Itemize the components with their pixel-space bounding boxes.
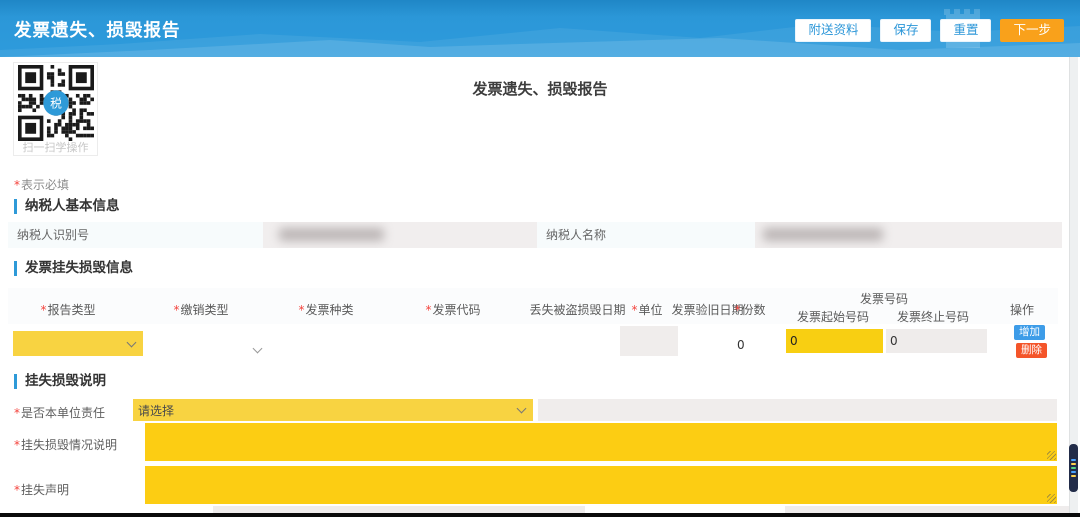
report-type-select[interactable] (13, 331, 143, 356)
end-number-input[interactable]: 0 (886, 329, 987, 353)
save-button[interactable]: 保存 (880, 19, 931, 42)
unit-input-disabled (620, 326, 678, 356)
invoice-loss-report-page: 发票遗失、损毁报告 附送资料 保存 重置 下一步 税 扫一扫学操作 发票遗失、损… (0, 0, 1080, 521)
redacted-value (763, 228, 883, 241)
required-asterisk: * (14, 178, 20, 192)
column-header-invoice-code: *发票代码 (425, 301, 480, 318)
partial-row-field (785, 506, 1074, 513)
qr-caption: 扫一扫学操作 (14, 139, 97, 155)
cancellation-type-select[interactable] (254, 337, 270, 351)
column-header-unit: *单位 (631, 301, 662, 318)
redacted-value (279, 228, 384, 241)
unit-responsibility-select[interactable]: 请选择 (133, 399, 533, 421)
section-title-taxpayer-info: 纳税人基本信息 (14, 199, 120, 214)
attach-materials-button[interactable]: 附送资料 (795, 19, 871, 42)
partial-row-field (213, 506, 585, 513)
taxpayer-name-label: 纳税人名称 (537, 222, 755, 248)
next-step-button[interactable]: 下一步 (1000, 19, 1064, 42)
taxpayer-name-value (755, 222, 1062, 248)
qr-code-panel: 税 扫一扫学操作 (13, 62, 98, 156)
page-title: 发票遗失、损毁报告 (0, 78, 1080, 99)
column-header-loss-date: 丢失被盗损毁日期 (528, 301, 625, 318)
section-title-loss-statement: 挂失损毁说明 (14, 374, 106, 389)
column-header-verify-date: 发票验旧日期 (670, 301, 743, 318)
required-note: *表示必填 (14, 176, 69, 193)
column-header-start-number: 发票起始号码 (797, 308, 869, 325)
chevron-down-icon (253, 344, 263, 354)
loss-declaration-textarea-wrap (145, 466, 1057, 504)
delete-row-button[interactable]: 删除 (1016, 343, 1047, 358)
taxpayer-id-label: 纳税人识别号 (8, 222, 263, 248)
header-actions: 附送资料 保存 重置 下一步 (795, 19, 1064, 42)
qr-code-image: 税 (18, 65, 94, 141)
loss-description-label: *挂失损毁情况说明 (14, 436, 117, 453)
column-header-report-type: *报告类型 (40, 301, 95, 318)
scrollbar-thumb[interactable] (1069, 444, 1078, 492)
unit-responsibility-extra-disabled (538, 399, 1057, 421)
section-title-invoice-loss-info: 发票挂失损毁信息 (14, 261, 133, 276)
reset-button[interactable]: 重置 (940, 19, 991, 42)
chevron-down-icon (127, 337, 137, 347)
loss-description-textarea-wrap (145, 423, 1057, 461)
chevron-down-icon (517, 404, 527, 414)
copies-value[interactable]: 0 (737, 338, 745, 352)
add-row-button[interactable]: 增加 (1014, 325, 1045, 340)
required-note-text: 表示必填 (21, 178, 69, 192)
column-header-end-number: 发票终止号码 (897, 308, 969, 325)
taxpayer-id-value (263, 222, 537, 248)
unit-responsibility-label: *是否本单位责任 (14, 404, 105, 421)
column-header-invoice-category: *发票种类 (298, 301, 353, 318)
loss-declaration-textarea[interactable] (145, 466, 1057, 504)
loss-description-textarea[interactable] (145, 423, 1057, 461)
column-group-invoice-number: 发票号码 (860, 290, 908, 307)
page-header-title: 发票遗失、损毁报告 (14, 17, 181, 42)
top-banner: 发票遗失、损毁报告 附送资料 保存 重置 下一步 (0, 0, 1080, 57)
column-header-operation: 操作 (1010, 301, 1034, 318)
loss-declaration-label: *挂失声明 (14, 481, 69, 498)
viewport-bottom-edge (0, 513, 1080, 517)
column-header-cancellation-type: *缴销类型 (173, 301, 228, 318)
start-number-input[interactable]: 0 (786, 329, 883, 353)
column-header-copies: *份数 (734, 301, 765, 318)
